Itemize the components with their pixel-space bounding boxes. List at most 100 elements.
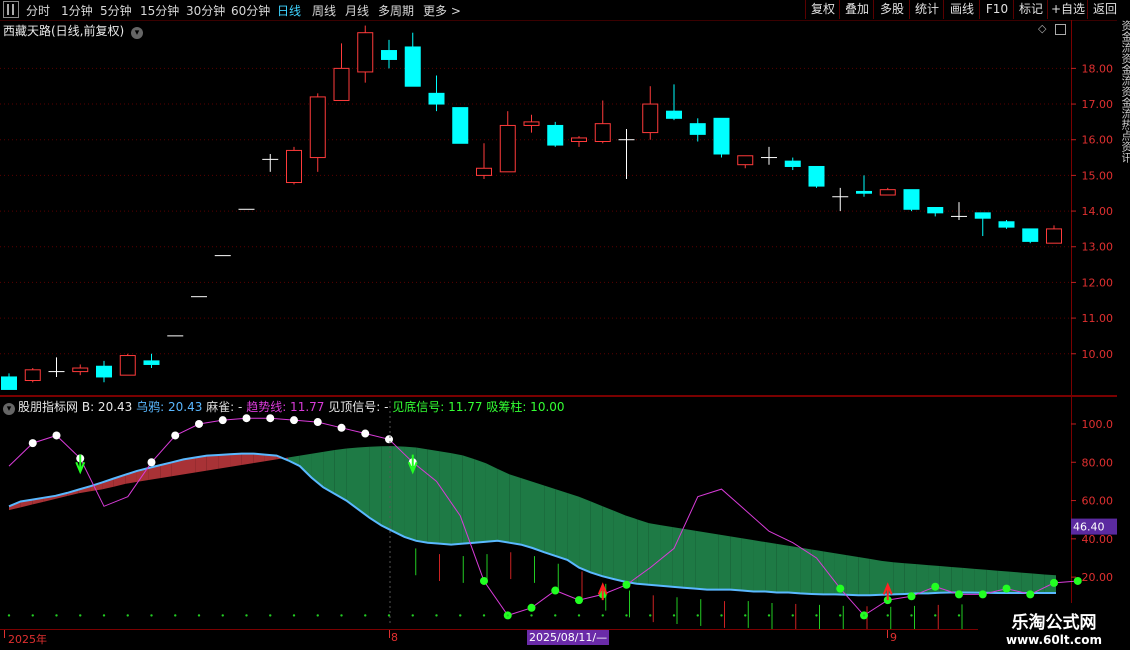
trend-band-segment (520, 477, 533, 549)
top-dot (171, 431, 180, 440)
trend-band-segment (648, 523, 661, 586)
candle-body (974, 212, 991, 219)
baseline-dot (79, 614, 82, 617)
indicator-tick-label: 100.0 (1082, 418, 1114, 431)
baseline-dot (934, 614, 937, 617)
tab-1min[interactable]: 1分钟 (61, 2, 93, 19)
tab-60min[interactable]: 60分钟 (231, 2, 270, 19)
candle-body (1, 376, 17, 390)
candle-body (24, 369, 41, 382)
trend-band-segment (753, 540, 766, 592)
tab-fenshi[interactable]: 分时 (26, 2, 50, 19)
trend-band-segment (730, 536, 742, 591)
trend-band-segment (823, 551, 835, 595)
trend-band-segment (962, 567, 975, 593)
f10-button[interactable]: F10 (979, 0, 1014, 19)
trend-band-segment (788, 545, 801, 594)
trend-band-segment (346, 447, 358, 510)
candle-body (119, 355, 136, 376)
candle-body (737, 155, 754, 166)
baseline-dot (197, 614, 201, 617)
bottom-dot (480, 576, 488, 585)
trend-band-segment (218, 454, 231, 469)
trend-band-segment (613, 510, 626, 582)
candle-body (1046, 228, 1062, 244)
trend-band-segment (381, 446, 393, 532)
top-dot (52, 431, 61, 440)
candle-body (357, 32, 374, 73)
panel-toggle-icon[interactable] (3, 1, 19, 18)
multi-stock-button[interactable]: 多股 (873, 0, 910, 19)
fuquan-button[interactable]: 复权 (805, 0, 840, 19)
trend-band-segment (567, 492, 580, 568)
overlay-button[interactable]: 叠加 (839, 0, 874, 19)
tab-multi-period[interactable]: 多周期 (378, 2, 414, 19)
tab-30min[interactable]: 30分钟 (186, 2, 225, 19)
candle-body (309, 96, 326, 159)
baseline-dot (791, 614, 794, 617)
candle-body (594, 123, 611, 143)
top-dot (195, 419, 203, 428)
candlestick-chart[interactable]: 18.00 17.00 16.00 15.00 14.00 13.00 12.00 11.00… (0, 20, 1117, 395)
indicator-chart[interactable]: 100.0 80.00 60.00 40.00 20.00 46.40 (0, 397, 1117, 629)
candle-body (381, 50, 397, 60)
bottom-dot (836, 584, 845, 593)
baseline-dot (55, 614, 58, 617)
trend-band-segment (358, 446, 370, 518)
tab-daily[interactable]: 日线 (277, 2, 301, 19)
tab-more[interactable]: 更多 > (423, 2, 461, 19)
bottom-dot (527, 603, 536, 612)
trend-band-segment (416, 447, 428, 543)
watermark-url: www.60lt.com (1005, 633, 1103, 647)
trend-band-segment (637, 519, 649, 585)
trend-band-segment (485, 463, 498, 542)
bottom-dot (1002, 584, 1011, 593)
candle-body (96, 365, 112, 378)
tab-15min[interactable]: 15分钟 (140, 2, 179, 19)
bottom-dot (907, 592, 916, 601)
draw-line-button[interactable]: 画线 (943, 0, 980, 19)
trend-band-segment (951, 566, 963, 593)
trend-band-segment (846, 555, 859, 596)
tab-monthly[interactable]: 月线 (345, 2, 369, 19)
baseline-dot (245, 614, 248, 617)
baseline-dot (720, 614, 723, 617)
mark-button[interactable]: 标记 (1013, 0, 1048, 19)
candle-body (903, 189, 920, 210)
time-tick (389, 630, 390, 638)
trend-band-segment (695, 530, 707, 590)
trend-band-segment (765, 542, 777, 593)
baseline-dot (672, 614, 676, 617)
candle-body (72, 367, 89, 373)
cursor-date-badge: 2025/08/11/— (527, 630, 610, 645)
baseline-dot (839, 614, 842, 617)
time-label-year: 2025年 (8, 633, 47, 646)
back-button[interactable]: 返回 (1087, 0, 1122, 19)
add-watchlist-button[interactable]: +自选 (1047, 0, 1088, 19)
candle-body (143, 360, 160, 365)
top-dot (266, 414, 275, 423)
trend-band-segment (660, 525, 673, 587)
trend-band-segment (590, 501, 603, 577)
price-tick-label: 12.00 (1082, 276, 1114, 289)
tab-5min[interactable]: 5分钟 (100, 2, 132, 19)
top-dot (337, 423, 346, 432)
stats-button[interactable]: 统计 (909, 0, 944, 19)
right-sidebar-strip[interactable]: 资金流资金流资金流热点资讯 (1117, 20, 1130, 630)
time-label-aug: 8 (391, 631, 398, 644)
trend-band-segment (462, 455, 475, 544)
baseline-dot (340, 614, 343, 617)
chevron-right-icon: > (450, 4, 461, 18)
candle-body (856, 190, 872, 194)
bottom-dot (978, 590, 987, 599)
price-tick-label: 16.00 (1082, 134, 1114, 147)
tab-weekly[interactable]: 周线 (312, 2, 336, 19)
baseline-dot (649, 614, 652, 617)
indicator-tick-label: 20.00 (1082, 571, 1114, 584)
candle-body (666, 110, 682, 119)
candle-body (523, 121, 540, 126)
trend-band-segment (858, 557, 870, 596)
price-tick-label: 13.00 (1082, 241, 1114, 254)
trend-band-segment (474, 459, 486, 543)
top-dot (385, 435, 393, 444)
